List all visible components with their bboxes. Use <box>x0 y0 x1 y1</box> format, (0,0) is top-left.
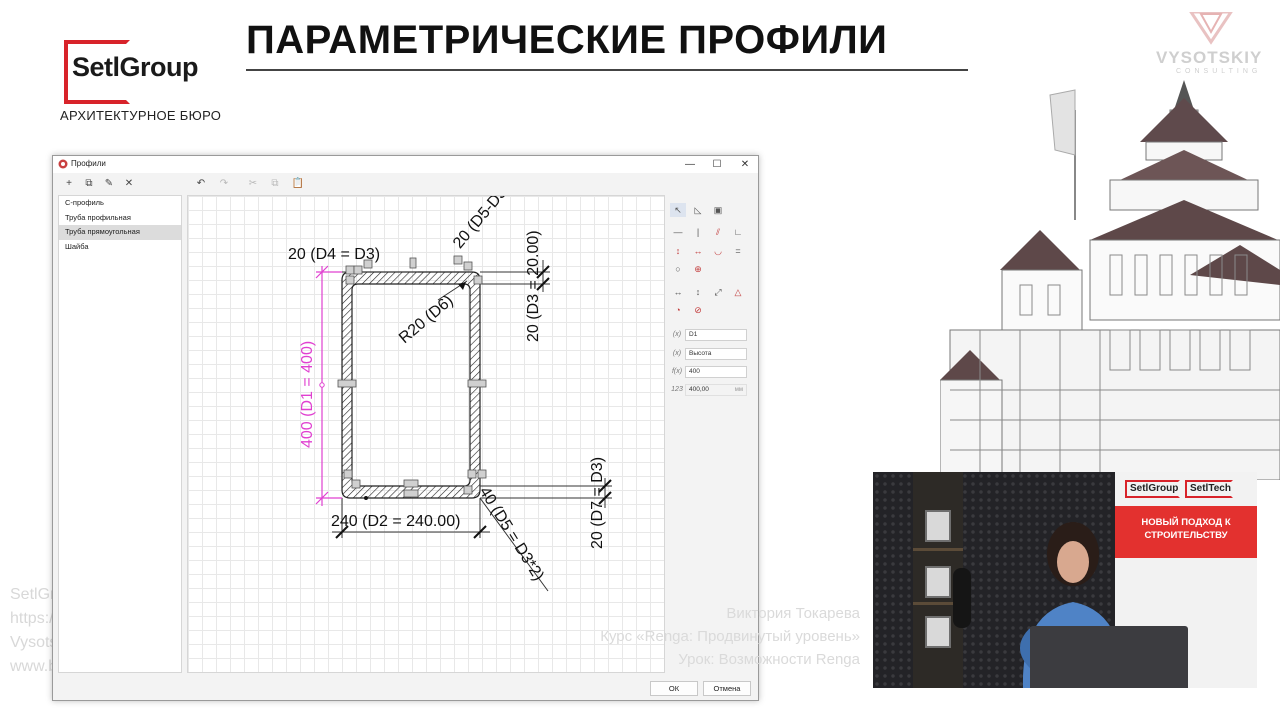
profile-list: С-профиль Труба профильная Труба прямоуг… <box>58 195 182 673</box>
parameter-label-input[interactable]: Высота <box>685 348 747 360</box>
watermark-right: Виктория Токарева Курс «Renga: Продвинут… <box>600 602 860 671</box>
line-vertical-icon[interactable]: | <box>690 225 706 239</box>
tangent-icon[interactable]: ◡ <box>710 244 726 258</box>
maximize-button[interactable]: ☐ <box>707 157 727 172</box>
dim-height[interactable]: 400 (D1 = 400) <box>299 341 317 448</box>
horizontal-dimension-icon[interactable]: ↔ <box>670 285 686 299</box>
logo-subtitle: АРХИТЕКТУРНОЕ БЮРО <box>60 108 222 123</box>
aligned-dimension-icon[interactable]: ⤢ <box>710 285 726 299</box>
dim-top-left[interactable]: 20 (D4 = D3) <box>288 246 380 264</box>
watermark-line: Урок: Возможности Renga <box>678 651 860 668</box>
fill-tool-icon[interactable]: ▣ <box>710 203 726 217</box>
laptop <box>1030 626 1188 688</box>
banner-brand-setltech: SetlTech <box>1185 480 1233 498</box>
horizontal-constraint-icon[interactable]: ↔ <box>690 244 706 258</box>
diameter-dimension-icon[interactable]: ⊘ <box>690 303 706 317</box>
vertical-dimension-icon[interactable]: ↕ <box>690 285 706 299</box>
delete-profile-button[interactable]: ✕ <box>122 177 136 191</box>
title-underline <box>246 69 968 71</box>
profile-outline <box>341 271 481 499</box>
minimize-button[interactable]: — <box>680 157 700 172</box>
variable-name-icon: (x) <box>672 331 682 338</box>
select-tool-icon[interactable]: ↖ <box>670 203 686 217</box>
parameter-value-field: 400,00 мм <box>685 384 747 396</box>
microphone <box>953 568 971 628</box>
undo-button[interactable]: ↶ <box>194 177 208 191</box>
profile-sketch-canvas[interactable]: 20 (D4 = D3) 20 (D5-D3) 20 (D3 = 20.00) … <box>187 195 665 673</box>
equal-icon[interactable]: = <box>730 244 746 258</box>
cancel-button[interactable]: Отмена <box>703 681 751 696</box>
dim-right-bottom[interactable]: 20 (D7 = D3) <box>589 457 607 549</box>
formula-icon: f(x) <box>671 368 683 375</box>
banner-brand-setlgroup: SetlGroup <box>1125 480 1181 498</box>
toolbar: + ⧉ ✎ ✕ ↶ ↷ ✂ ⧉ 📋 <box>53 173 758 195</box>
list-item[interactable]: Труба профильная <box>59 211 181 226</box>
angular-dimension-icon[interactable]: △ <box>730 285 746 299</box>
vysotskiy-logo-text: VYSOTSKIY <box>1156 48 1263 67</box>
vertical-constraint-icon[interactable]: ↕ <box>670 244 686 258</box>
certificate-frame <box>925 616 951 648</box>
formula-value: 400 <box>689 368 700 375</box>
circle-icon[interactable]: ○ <box>670 262 686 276</box>
paste-button[interactable]: 📋 <box>291 177 305 191</box>
watermark-line: Виктория Токарева <box>726 605 860 622</box>
parameter-name-input[interactable]: D1 <box>685 329 747 341</box>
fix-point-icon[interactable]: ⊕ <box>690 262 706 276</box>
certificate-frame <box>925 566 951 598</box>
list-item-selected[interactable]: Труба прямоугольная <box>59 225 181 240</box>
parameter-value: 400,00 <box>689 386 709 393</box>
certificate-frame <box>925 510 951 542</box>
redo-button[interactable]: ↷ <box>217 177 231 191</box>
presenter-video: SetlGroup SetlTech НОВЫЙ ПОДХОД К СТРОИТ… <box>873 472 1257 688</box>
copy-button[interactable]: ⧉ <box>268 177 282 191</box>
variable-label-icon: (x) <box>672 350 682 357</box>
close-button[interactable]: ✕ <box>735 157 755 172</box>
edit-profile-button[interactable]: ✎ <box>102 177 116 191</box>
profile-tool-icon[interactable]: ◺ <box>690 203 706 217</box>
profile-sketch <box>315 255 612 592</box>
cut-button[interactable]: ✂ <box>246 177 260 191</box>
list-item[interactable]: Шайба <box>59 240 181 255</box>
list-item[interactable]: С-профиль <box>59 196 181 211</box>
angle-icon[interactable]: ∟ <box>730 225 746 239</box>
parallel-lines-icon[interactable]: ⫽ <box>710 225 726 239</box>
copy-profile-button[interactable]: ⧉ <box>82 177 96 191</box>
window-title: Профили <box>71 159 106 168</box>
line-horizontal-icon[interactable]: — <box>670 225 686 239</box>
parameter-formula-input[interactable]: 400 <box>685 366 747 378</box>
renga-app-icon <box>58 159 68 169</box>
add-profile-button[interactable]: + <box>62 177 76 191</box>
watermark-line: Курс «Renga: Продвинутый уровень» <box>600 628 860 645</box>
shelf-board <box>913 548 963 551</box>
building-illustration <box>940 80 1280 480</box>
vysotskiy-logo-sub: CONSULTING <box>1176 68 1262 75</box>
dim-bottom[interactable]: 240 (D2 = 240.00) <box>331 513 460 531</box>
slide-title: ПАРАМЕТРИЧЕСКИЕ ПРОФИЛИ <box>246 18 888 62</box>
dim-right-top[interactable]: 20 (D3 = 20.00) <box>525 230 543 342</box>
ok-button[interactable]: ОК <box>650 681 698 696</box>
parameter-unit: мм <box>734 387 743 393</box>
radius-dimension-icon[interactable]: ◔ <box>670 303 686 317</box>
slide: SetlGroup АРХИТЕКТУРНОЕ БЮРО ПАРАМЕТРИЧЕ… <box>0 0 1280 720</box>
window-titlebar[interactable]: Профили — ☐ ✕ <box>53 156 758 173</box>
numeric-value-icon: 123 <box>671 386 683 393</box>
company-logo: SetlGroup <box>72 52 199 82</box>
